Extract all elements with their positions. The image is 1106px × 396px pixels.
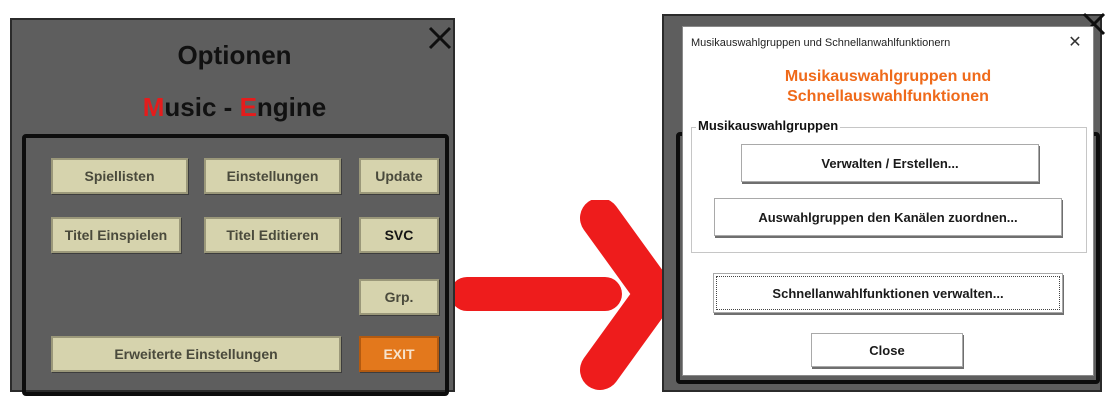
groupbox-label: Musikauswahlgruppen xyxy=(696,118,841,133)
dialog-window-title: Musikauswahlgruppen und Schnellanwahlfun… xyxy=(691,37,951,49)
svc-button[interactable]: SVC xyxy=(359,217,439,253)
dialog-titlebar: Musikauswahlgruppen und Schnellanwahlfun… xyxy=(683,27,1093,57)
arrow-right-icon xyxy=(455,200,675,390)
assign-groups-to-channels-button[interactable]: Auswahlgruppen den Kanälen zuordnen... xyxy=(714,198,1062,236)
app-name-initial-e: E xyxy=(239,92,257,122)
music-selection-groups-dialog: Musikauswahlgruppen und Schnellanwahlfun… xyxy=(682,26,1094,376)
app-name-initial-m: M xyxy=(142,92,165,122)
manage-quick-select-button[interactable]: Schnellanwahlfunktionen verwalten... xyxy=(713,273,1063,313)
dialog-heading-line-2: Schnellauswahlfunktionen xyxy=(787,88,989,105)
import-titles-button[interactable]: Titel Einspielen xyxy=(51,217,181,253)
settings-button[interactable]: Einstellungen xyxy=(204,158,341,194)
panel-title: Optionen xyxy=(177,40,292,70)
close-button[interactable]: Close xyxy=(811,333,963,367)
app-name-part-2: ngine xyxy=(256,92,327,122)
app-name: Music - Engine xyxy=(12,92,457,123)
dialog-heading: Musikauswahlgruppen und Schnellauswahlfu… xyxy=(683,67,1093,107)
options-panel: Optionen Music - Engine Spiellisten Eins… xyxy=(10,18,457,396)
selection-groups-groupbox: Musikauswahlgruppen Verwalten / Erstelle… xyxy=(691,118,1087,253)
options-button-frame: Spiellisten Einstellungen Update Titel E… xyxy=(22,134,449,396)
manage-create-button[interactable]: Verwalten / Erstellen... xyxy=(741,144,1039,182)
app-name-part-1: usic - xyxy=(164,92,240,122)
update-button[interactable]: Update xyxy=(359,158,439,194)
edit-titles-button[interactable]: Titel Editieren xyxy=(204,217,341,253)
advanced-settings-button[interactable]: Erweiterte Einstellungen xyxy=(51,336,341,372)
dialog-close-icon[interactable]: ✕ xyxy=(1063,33,1087,53)
dialog-heading-line-1: Musikauswahlgruppen und xyxy=(784,68,992,85)
grp-button[interactable]: Grp. xyxy=(359,279,439,315)
exit-button[interactable]: EXIT xyxy=(359,336,439,372)
playlists-button[interactable]: Spiellisten xyxy=(51,158,188,194)
